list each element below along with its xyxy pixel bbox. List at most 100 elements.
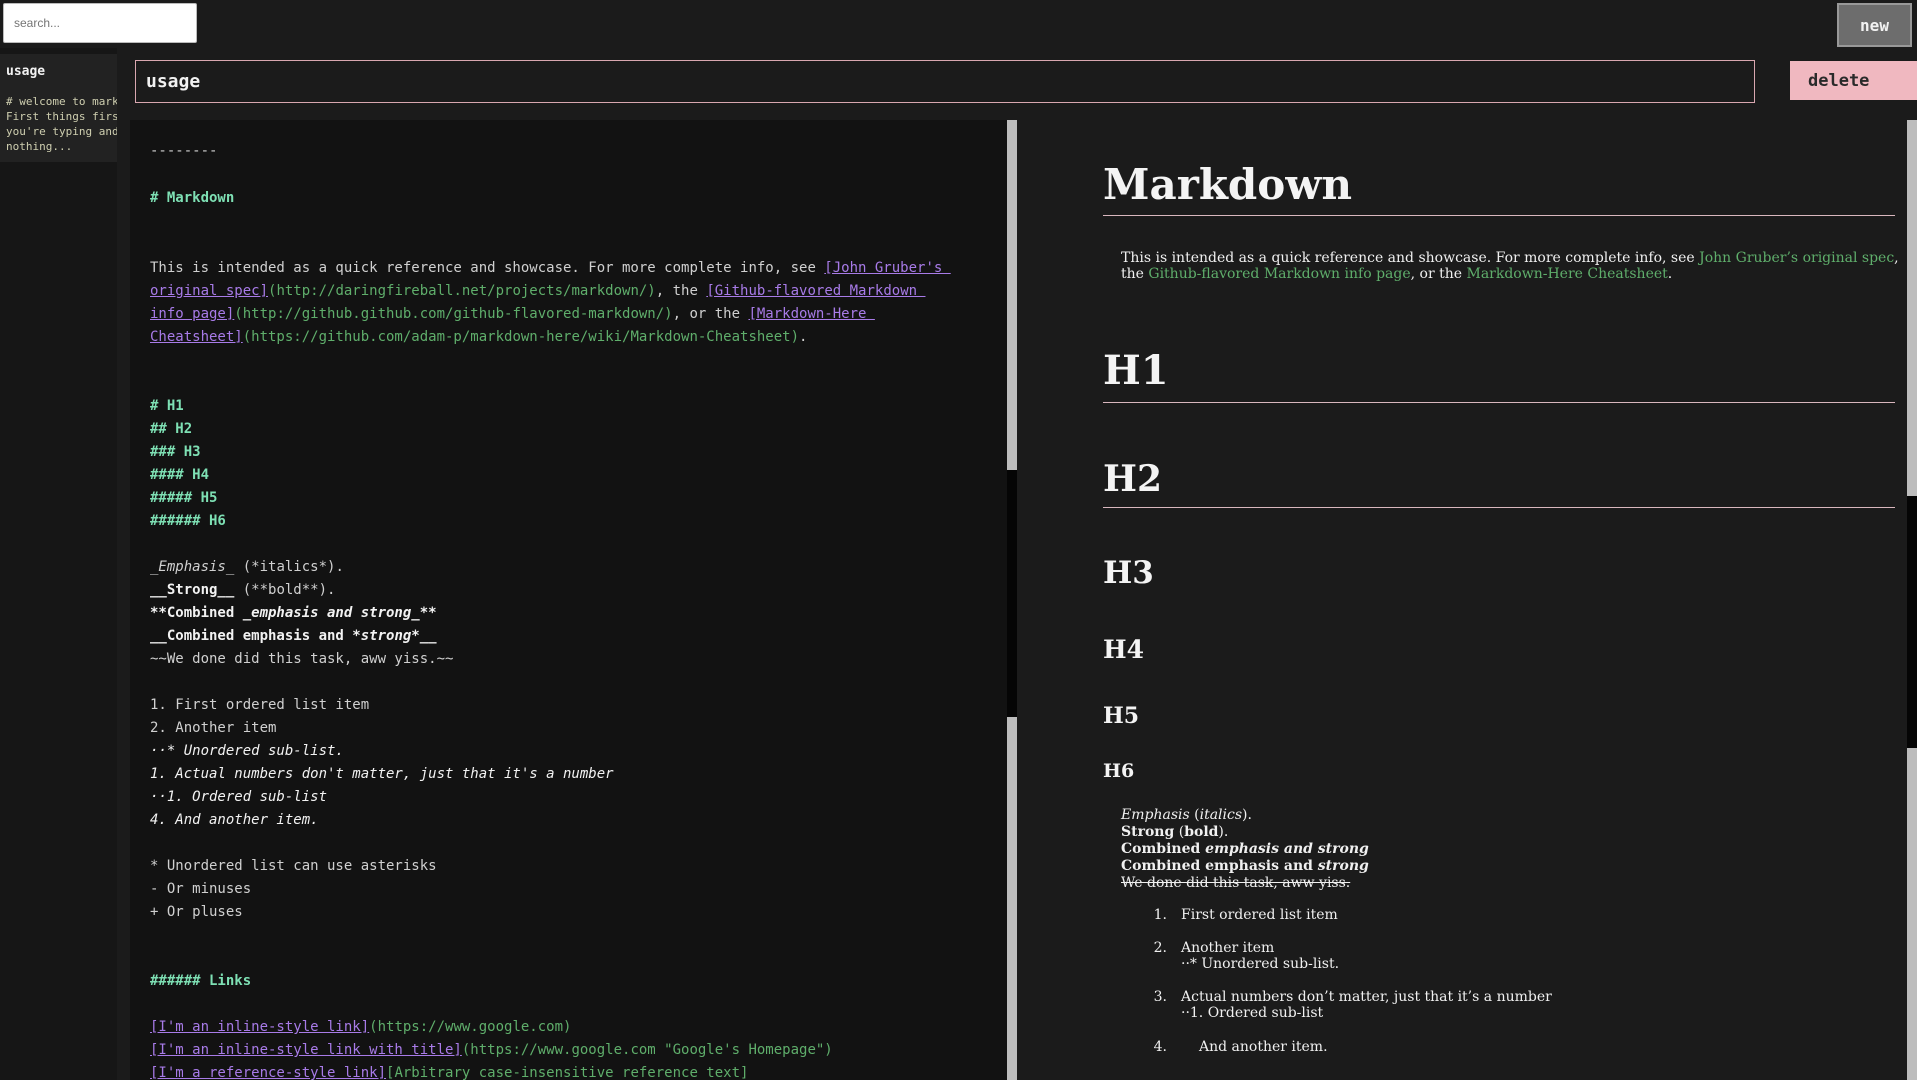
editor-text: (*italics*).	[234, 559, 344, 575]
preview-text: (	[1174, 824, 1185, 840]
editor-line-heading: #### H4	[150, 467, 210, 483]
preview-text: ).	[1242, 807, 1252, 823]
new-note-button[interactable]: new	[1837, 3, 1912, 47]
editor-bold-text: __Combined emphasis and	[150, 628, 353, 644]
editor-line-heading: # Markdown	[150, 190, 235, 206]
editor-line-intro: Cheatsheet](https://github.com/adam-p/ma…	[150, 326, 807, 349]
editor-link-url: (http://github.github.com/github-flavore…	[234, 306, 673, 322]
editor-link-label: original spec]	[150, 283, 269, 299]
preview-text: This is intended as a quick reference an…	[1121, 250, 1700, 266]
editor-line-strong: __Strong__ (**bold**).	[150, 579, 335, 602]
preview-link[interactable]: John Gruber’s original spec	[1699, 250, 1894, 266]
editor-link-label: [Github-flavored Markdown	[706, 283, 926, 299]
preview-intro-paragraph: This is intended as a quick reference an…	[1121, 250, 1901, 282]
editor-bold-text: **Combined	[150, 605, 243, 621]
editor-link-label: [I'm an inline-style link with title]	[150, 1042, 462, 1058]
preview-heading-rule	[1103, 402, 1895, 403]
editor-line-heading: ###### H6	[150, 513, 226, 529]
preview-list-item: Actual numbers don’t matter, just that i…	[1181, 989, 1552, 1005]
editor-line-emphasis: _Emphasis_ (*italics*).	[150, 556, 344, 579]
preview-list-number: 2.	[1153, 940, 1167, 956]
preview-link[interactable]: Github-flavored Markdown info page	[1148, 266, 1410, 282]
preview-scroll-thumb[interactable]	[1907, 120, 1917, 496]
preview-combined-line: Combined emphasis and strong	[1121, 858, 1901, 874]
preview-list-item: And another item.	[1199, 1039, 1328, 1055]
editor-line-link: [I'm an inline-style link](https://www.g…	[150, 1016, 571, 1039]
editor-line-bullet: * Unordered list can use asterisks	[150, 858, 437, 874]
editor-bold-italic-text: _emphasis and strong_	[242, 605, 420, 621]
editor-line-intro: info page](http://github.github.com/gith…	[150, 303, 875, 326]
editor-line-list: ··* Unordered sub-list.	[150, 743, 344, 759]
editor-link-label: [John Gruber's	[824, 260, 951, 276]
preview-h5: H5	[1103, 703, 1140, 729]
markdown-preview: Markdown This is intended as a quick ref…	[1017, 120, 1907, 1080]
markdown-editor[interactable]: -------- # Markdown This is intended as …	[130, 120, 1007, 1080]
preview-scroll-track[interactable]	[1907, 748, 1917, 1080]
editor-scroll-track[interactable]	[1007, 717, 1017, 1080]
editor-link-url: (https://github.com/adam-p/markdown-here…	[242, 329, 800, 345]
preview-h6: H6	[1103, 760, 1135, 782]
preview-strong-line: Strong (bold).	[1121, 824, 1901, 840]
editor-line-heading: ## H2	[150, 421, 193, 437]
editor-line-combined: __Combined emphasis and *strong*__	[150, 625, 437, 648]
preview-bold-italic: strong	[1317, 858, 1369, 874]
preview-bold: Strong	[1121, 824, 1175, 840]
preview-list-sub: ··1. Ordered sub-list	[1181, 1005, 1324, 1021]
preview-bold: bold	[1184, 824, 1219, 840]
sidebar-note-preview: # welcome to markdown First things first…	[6, 95, 117, 153]
preview-list-number: 3.	[1153, 989, 1167, 1005]
preview-text: (	[1189, 807, 1200, 823]
preview-heading-rule	[1103, 215, 1895, 216]
editor-line-rule: --------	[150, 143, 218, 159]
editor-link-label: info page]	[150, 306, 235, 322]
editor-text: , the	[655, 283, 707, 299]
editor-link-url: (http://daringfireball.net/projects/mark…	[268, 283, 656, 299]
editor-line-intro: original spec](http://daringfireball.net…	[150, 280, 925, 303]
preview-h1-markdown: Markdown	[1103, 160, 1353, 209]
editor-text: (**bold**).	[234, 582, 336, 598]
editor-bold-text: __	[419, 628, 437, 644]
preview-heading-rule	[1103, 507, 1895, 508]
editor-link-url: (https://www.google.com)	[369, 1019, 572, 1035]
editor-line-heading: # H1	[150, 398, 184, 414]
editor-link-label: Cheatsheet]	[150, 329, 243, 345]
preview-strike-line: We done did this task, aww yiss.	[1121, 875, 1351, 891]
preview-list-number: 4.	[1153, 1039, 1167, 1055]
note-title-input[interactable]	[135, 60, 1755, 103]
editor-line-list: ··1. Ordered sub-list	[150, 789, 328, 805]
editor-text: .	[799, 329, 808, 345]
preview-scrollbar[interactable]	[1907, 120, 1917, 1080]
editor-link-url: [Arbitrary case-insensitive reference te…	[386, 1065, 749, 1080]
preview-bold: Combined	[1121, 841, 1206, 857]
editor-scroll-thumb[interactable]	[1007, 120, 1017, 470]
editor-line-bullet: + Or pluses	[150, 904, 243, 920]
editor-scrollbar[interactable]	[1007, 120, 1017, 1080]
editor-line-combined: **Combined _emphasis and strong_**	[150, 602, 437, 625]
preview-link[interactable]: Markdown-Here Cheatsheet	[1466, 266, 1667, 282]
search-input[interactable]	[3, 3, 197, 43]
editor-line-heading: ###### Links	[150, 973, 252, 989]
editor-italic-text: _Emphasis_	[150, 559, 235, 575]
preview-list-item: First ordered list item	[1181, 907, 1338, 923]
editor-link-label: [I'm an inline-style link]	[150, 1019, 370, 1035]
editor-bold-text: __Strong__	[150, 582, 235, 598]
preview-h3: H3	[1103, 555, 1154, 591]
preview-h2: H2	[1103, 458, 1163, 500]
sidebar-note-title: usage	[6, 64, 46, 79]
editor-line-list: 4. And another item.	[150, 812, 319, 828]
editor-line-intro: This is intended as a quick reference an…	[150, 257, 951, 280]
editor-line-list: 2. Another item	[150, 720, 277, 736]
editor-bold-text: **	[419, 605, 437, 621]
editor-line-link: [I'm an inline-style link with title](ht…	[150, 1039, 833, 1062]
preview-emphasis-line: Emphasis (italics).	[1121, 807, 1901, 823]
editor-text: , or the	[672, 306, 749, 322]
preview-bold-italic: emphasis and strong	[1205, 841, 1369, 857]
delete-note-button[interactable]: delete	[1790, 61, 1917, 100]
preview-list-item: Another item	[1181, 940, 1275, 956]
editor-line-strike: ~~We done did this task, aww yiss.~~	[150, 651, 454, 667]
editor-line-list: 1. Actual numbers don't matter, just tha…	[150, 766, 614, 782]
sidebar-note-usage[interactable]: usage # welcome to markdown First things…	[0, 54, 117, 162]
preview-h4: H4	[1103, 635, 1145, 664]
preview-list-number: 1.	[1153, 907, 1167, 923]
editor-line-link: [I'm a reference-style link][Arbitrary c…	[150, 1062, 748, 1080]
